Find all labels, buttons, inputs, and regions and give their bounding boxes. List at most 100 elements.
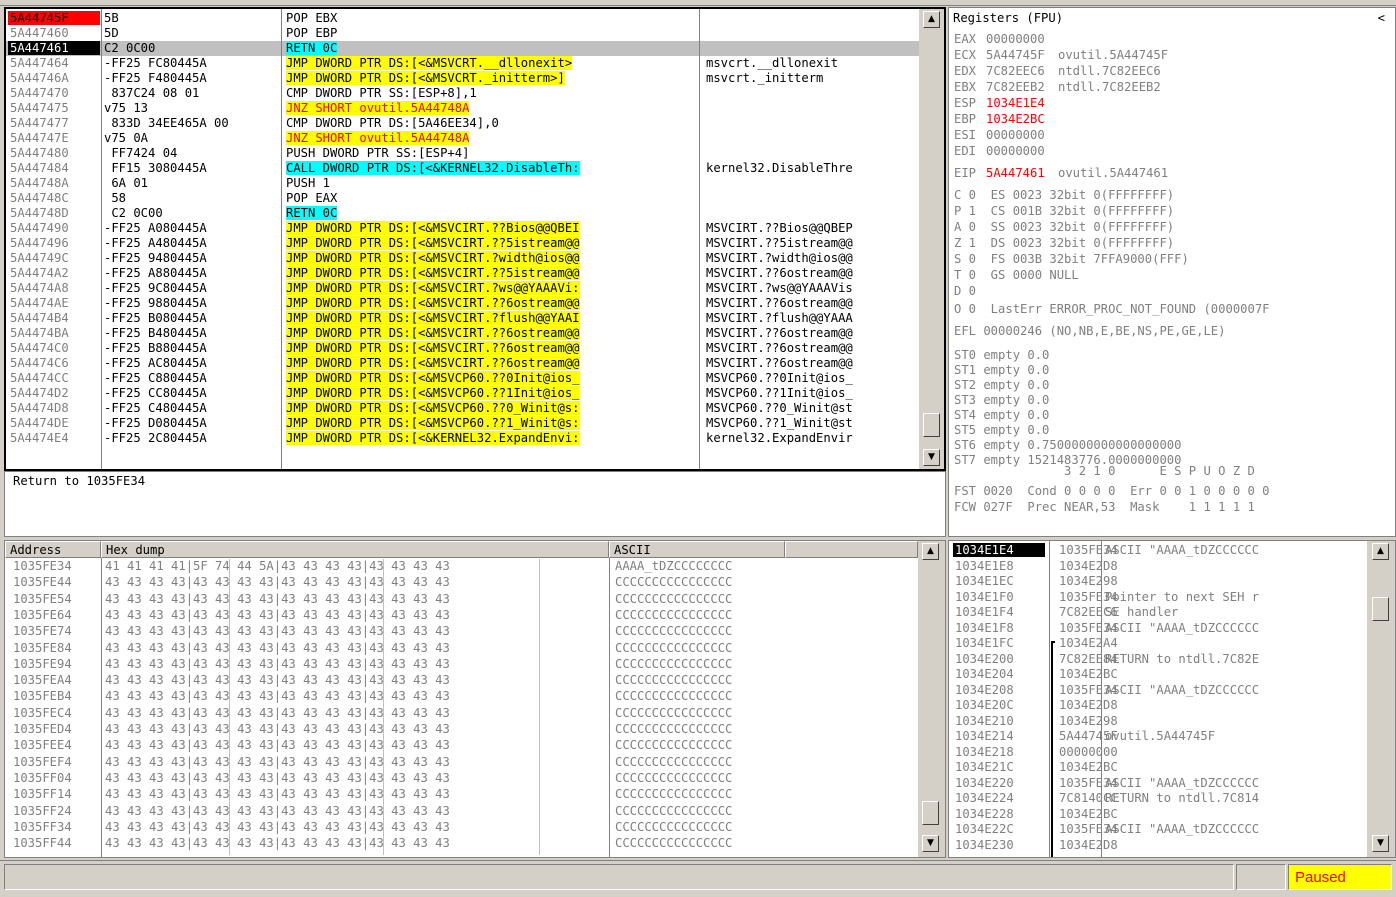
- register-value[interactable]: 00000000: [986, 32, 1054, 46]
- disasm-row[interactable]: 5A44748A 6A 01 PUSH 1: [6, 176, 919, 191]
- stack-scroll-up-button[interactable]: ▲: [1372, 543, 1389, 560]
- stack-row[interactable]: 1034E220 1035FE34 ASCII "AAAA_tDZCCCCCC: [949, 776, 1367, 790]
- disasm-row[interactable]: 5A4474DE -FF25 D080445A JMP DWORD PTR DS:[…: [6, 416, 919, 431]
- dump-row[interactable]: 1035FF14 43 43 43 43|43 43 43 43|43 43 43…: [5, 787, 918, 801]
- disasm-row[interactable]: 5A4474E4 -FF25 2C80445A JMP DWORD PTR DS:[…: [6, 431, 919, 446]
- disasm-row[interactable]: 5A4474D8 -FF25 C480445A JMP DWORD PTR DS:[…: [6, 401, 919, 416]
- flag-line[interactable]: T 0 GS 0000 NULL: [954, 268, 1394, 282]
- stack-row[interactable]: 1034E218 00000000: [949, 745, 1367, 759]
- stack-row[interactable]: 1034E20C 1034E2D8: [949, 698, 1367, 712]
- fpu-register-line[interactable]: ST4 empty 0.0: [954, 408, 1394, 422]
- disasm-row[interactable]: 5A4474D2 -FF25 CC80445A JMP DWORD PTR DS:[…: [6, 386, 919, 401]
- dump-row[interactable]: 1035FE84 43 43 43 43|43 43 43 43|43 43 43…: [5, 641, 918, 655]
- fpu-register-line[interactable]: ST3 empty 0.0: [954, 393, 1394, 407]
- stack-row[interactable]: 1034E200 7C82EE84 RETURN to ntdll.7C82E: [949, 652, 1367, 666]
- dump-scroll-down-button[interactable]: ▼: [922, 835, 939, 852]
- dump-row[interactable]: 1035FE34 41 41 41 41|5F 74 44 5A|43 43 43…: [5, 559, 918, 573]
- register-value[interactable]: 5A447461: [986, 166, 1054, 180]
- disasm-row[interactable]: 5A4474B4 -FF25 B080445A JMP DWORD PTR DS:[…: [6, 311, 919, 326]
- dump-row[interactable]: 1035FEB4 43 43 43 43|43 43 43 43|43 43 43…: [5, 689, 918, 703]
- dump-rows[interactable]: 1035FE34 41 41 41 41|5F 74 44 5A|43 43 43…: [5, 559, 918, 855]
- register-value[interactable]: 1034E1E4: [986, 96, 1054, 110]
- disasm-row[interactable]: 5A4474A2 -FF25 A880445A JMP DWORD PTR DS:[…: [6, 266, 919, 281]
- stack-row[interactable]: 1034E1F8 1035FE34 ASCII "AAAA_tDZCCCCCC: [949, 621, 1367, 635]
- stack-row[interactable]: 1034E1E8 1034E2D8: [949, 559, 1367, 573]
- register-line[interactable]: ECX 5A44745F ovutil.5A44745F: [954, 48, 1394, 62]
- stack-row[interactable]: 1034E1F0 1035FE34 Pointer to next SEH r: [949, 590, 1367, 604]
- register-value[interactable]: 7C82EEB2: [986, 80, 1054, 94]
- stack-row[interactable]: 1034E21C 1034E2BC: [949, 760, 1367, 774]
- disasm-row[interactable]: 5A44749C -FF25 9480445A JMP DWORD PTR DS:[…: [6, 251, 919, 266]
- stack-row[interactable]: 1034E228 1034E2BC: [949, 807, 1367, 821]
- dump-row[interactable]: 1035FEC4 43 43 43 43|43 43 43 43|43 43 43…: [5, 706, 918, 720]
- disasm-row[interactable]: 5A447460 5D POP EBP: [6, 26, 919, 41]
- stack-scroll-down-button[interactable]: ▼: [1372, 835, 1389, 852]
- dump-scroll-up-button[interactable]: ▲: [922, 543, 939, 560]
- hex-dump-panel[interactable]: Address Hex dump ASCII 1035FE34 41 41 41 …: [4, 540, 946, 858]
- dump-scroll-thumb[interactable]: [922, 801, 939, 825]
- disasm-scrollbar[interactable]: ▲ ▼: [919, 9, 944, 469]
- flag-line[interactable]: D 0: [954, 284, 1394, 298]
- stack-row[interactable]: 1034E214 5A44745F ovutil.5A44745F: [949, 729, 1367, 743]
- disasm-row[interactable]: 5A4474CC -FF25 C880445A JMP DWORD PTR DS:[…: [6, 371, 919, 386]
- fpu-register-line[interactable]: ST0 empty 0.0: [954, 348, 1394, 362]
- dump-scrollbar[interactable]: ▲ ▼: [918, 541, 945, 857]
- disasm-row[interactable]: 5A4474BA -FF25 B480445A JMP DWORD PTR DS:[…: [6, 326, 919, 341]
- disasm-row[interactable]: 5A4474A8 -FF25 9C80445A JMP DWORD PTR DS:[…: [6, 281, 919, 296]
- stack-row[interactable]: 1034E1EC 1034E298: [949, 574, 1367, 588]
- flag-line[interactable]: P 1 CS 001B 32bit 0(FFFFFFFF): [954, 204, 1394, 218]
- registers-panel[interactable]: Registers (FPU) < EAX 00000000 ECX 5A44745F…: [948, 7, 1396, 537]
- stack-row[interactable]: 1034E224 7C8140CC RETURN to ntdll.7C814: [949, 791, 1367, 805]
- registers-collapse-button[interactable]: <: [1378, 11, 1385, 25]
- flag-line[interactable]: S 0 FS 003B 32bit 7FFA9000(FFF): [954, 252, 1394, 266]
- disasm-row[interactable]: 5A44747E v75 0A JNZ SHORT ovutil.5A44748A: [6, 131, 919, 146]
- dump-row[interactable]: 1035FEE4 43 43 43 43|43 43 43 43|43 43 43…: [5, 738, 918, 752]
- disasm-row[interactable]: 5A447490 -FF25 A080445A JMP DWORD PTR DS:[…: [6, 221, 919, 236]
- disasm-row[interactable]: 5A4474C6 -FF25 AC80445A JMP DWORD PTR DS:[…: [6, 356, 919, 371]
- flag-line[interactable]: A 0 SS 0023 32bit 0(FFFFFFFF): [954, 220, 1394, 234]
- disasm-row[interactable]: 5A447475 v75 13 JNZ SHORT ovutil.5A44748A: [6, 101, 919, 116]
- register-line[interactable]: ESI 00000000: [954, 128, 1394, 142]
- fpu-register-line[interactable]: ST5 empty 0.0: [954, 423, 1394, 437]
- stack-row[interactable]: 1034E210 1034E298: [949, 714, 1367, 728]
- register-line[interactable]: EAX 00000000: [954, 32, 1394, 46]
- disasm-row[interactable]: 5A44745F 5B POP EBX: [6, 11, 919, 26]
- disasm-row[interactable]: 5A447470 837C24 08 01 CMP DWORD PTR SS:[E…: [6, 86, 919, 101]
- register-line[interactable]: ESP 1034E1E4: [954, 96, 1394, 110]
- dump-row[interactable]: 1035FEA4 43 43 43 43|43 43 43 43|43 43 43…: [5, 673, 918, 687]
- disasm-scroll-thumb[interactable]: [923, 413, 940, 437]
- fpu-register-line[interactable]: ST6 empty 0.7500000000000000000: [954, 438, 1394, 452]
- register-line[interactable]: EDI 00000000: [954, 144, 1394, 158]
- dump-row[interactable]: 1035FEF4 43 43 43 43|43 43 43 43|43 43 43…: [5, 755, 918, 769]
- register-line[interactable]: EDX 7C82EEC6 ntdll.7C82EEC6: [954, 64, 1394, 78]
- disasm-row[interactable]: 5A4474C0 -FF25 B880445A JMP DWORD PTR DS:[…: [6, 341, 919, 356]
- dump-row[interactable]: 1035FED4 43 43 43 43|43 43 43 43|43 43 43…: [5, 722, 918, 736]
- dump-row[interactable]: 1035FE54 43 43 43 43|43 43 43 43|43 43 43…: [5, 592, 918, 606]
- disasm-row[interactable]: 5A447477 833D 34EE465A 00 CMP DWORD PTR D…: [6, 116, 919, 131]
- fst-line[interactable]: FST 0020 Cond 0 0 0 0 Err 0 0 1 0 0 0 0 …: [954, 484, 1394, 498]
- dump-header-address[interactable]: Address: [5, 541, 101, 558]
- stack-row[interactable]: 1034E22C 1035FE34 ASCII "AAAA_tDZCCCCCC: [949, 822, 1367, 836]
- dump-row[interactable]: 1035FF34 43 43 43 43|43 43 43 43|43 43 43…: [5, 820, 918, 834]
- register-value[interactable]: 5A44745F: [986, 48, 1054, 62]
- register-line[interactable]: EBP 1034E2BC: [954, 112, 1394, 126]
- fcw-line[interactable]: FCW 027F Prec NEAR,53 Mask 1 1 1 1 1: [954, 500, 1394, 514]
- stack-row[interactable]: 1034E1FC 1034E2A4: [949, 636, 1367, 650]
- stack-row[interactable]: 1034E1F4 7C82EEC6 SE handler: [949, 605, 1367, 619]
- stack-panel[interactable]: 1034E1E4 1035FE34 ASCII "AAAA_tDZCCCCCC 103…: [948, 540, 1396, 858]
- stack-rows[interactable]: 1034E1E4 1035FE34 ASCII "AAAA_tDZCCCCCC 103…: [949, 541, 1367, 857]
- disassembly-rows[interactable]: 5A44745F 5B POP EBX 5A447460 5D POP EBP 5A4474…: [6, 9, 919, 469]
- flag-line[interactable]: O 0 LastErr ERROR_PROC_NOT_FOUND (000000…: [954, 302, 1394, 316]
- disasm-row[interactable]: 5A44748C 58 POP EAX: [6, 191, 919, 206]
- disasm-row[interactable]: 5A44746A -FF25 F480445A JMP DWORD PTR DS:[…: [6, 71, 919, 86]
- stack-row[interactable]: 1034E204 1034E2BC: [949, 667, 1367, 681]
- dump-header-hex[interactable]: Hex dump: [101, 541, 609, 558]
- disasm-row[interactable]: 5A447464 -FF25 FC80445A JMP DWORD PTR DS:[…: [6, 56, 919, 71]
- disasm-scroll-up-button[interactable]: ▲: [923, 11, 940, 28]
- disassembly-panel[interactable]: 5A44745F 5B POP EBX 5A447460 5D POP EBP 5A4474…: [4, 7, 946, 471]
- stack-scroll-thumb[interactable]: [1372, 597, 1389, 621]
- flag-line[interactable]: C 0 ES 0023 32bit 0(FFFFFFFF): [954, 188, 1394, 202]
- disasm-row[interactable]: 5A447496 -FF25 A480445A JMP DWORD PTR DS:[…: [6, 236, 919, 251]
- disasm-row[interactable]: 5A4474AE -FF25 9880445A JMP DWORD PTR DS:[…: [6, 296, 919, 311]
- dump-row[interactable]: 1035FE44 43 43 43 43|43 43 43 43|43 43 43…: [5, 575, 918, 589]
